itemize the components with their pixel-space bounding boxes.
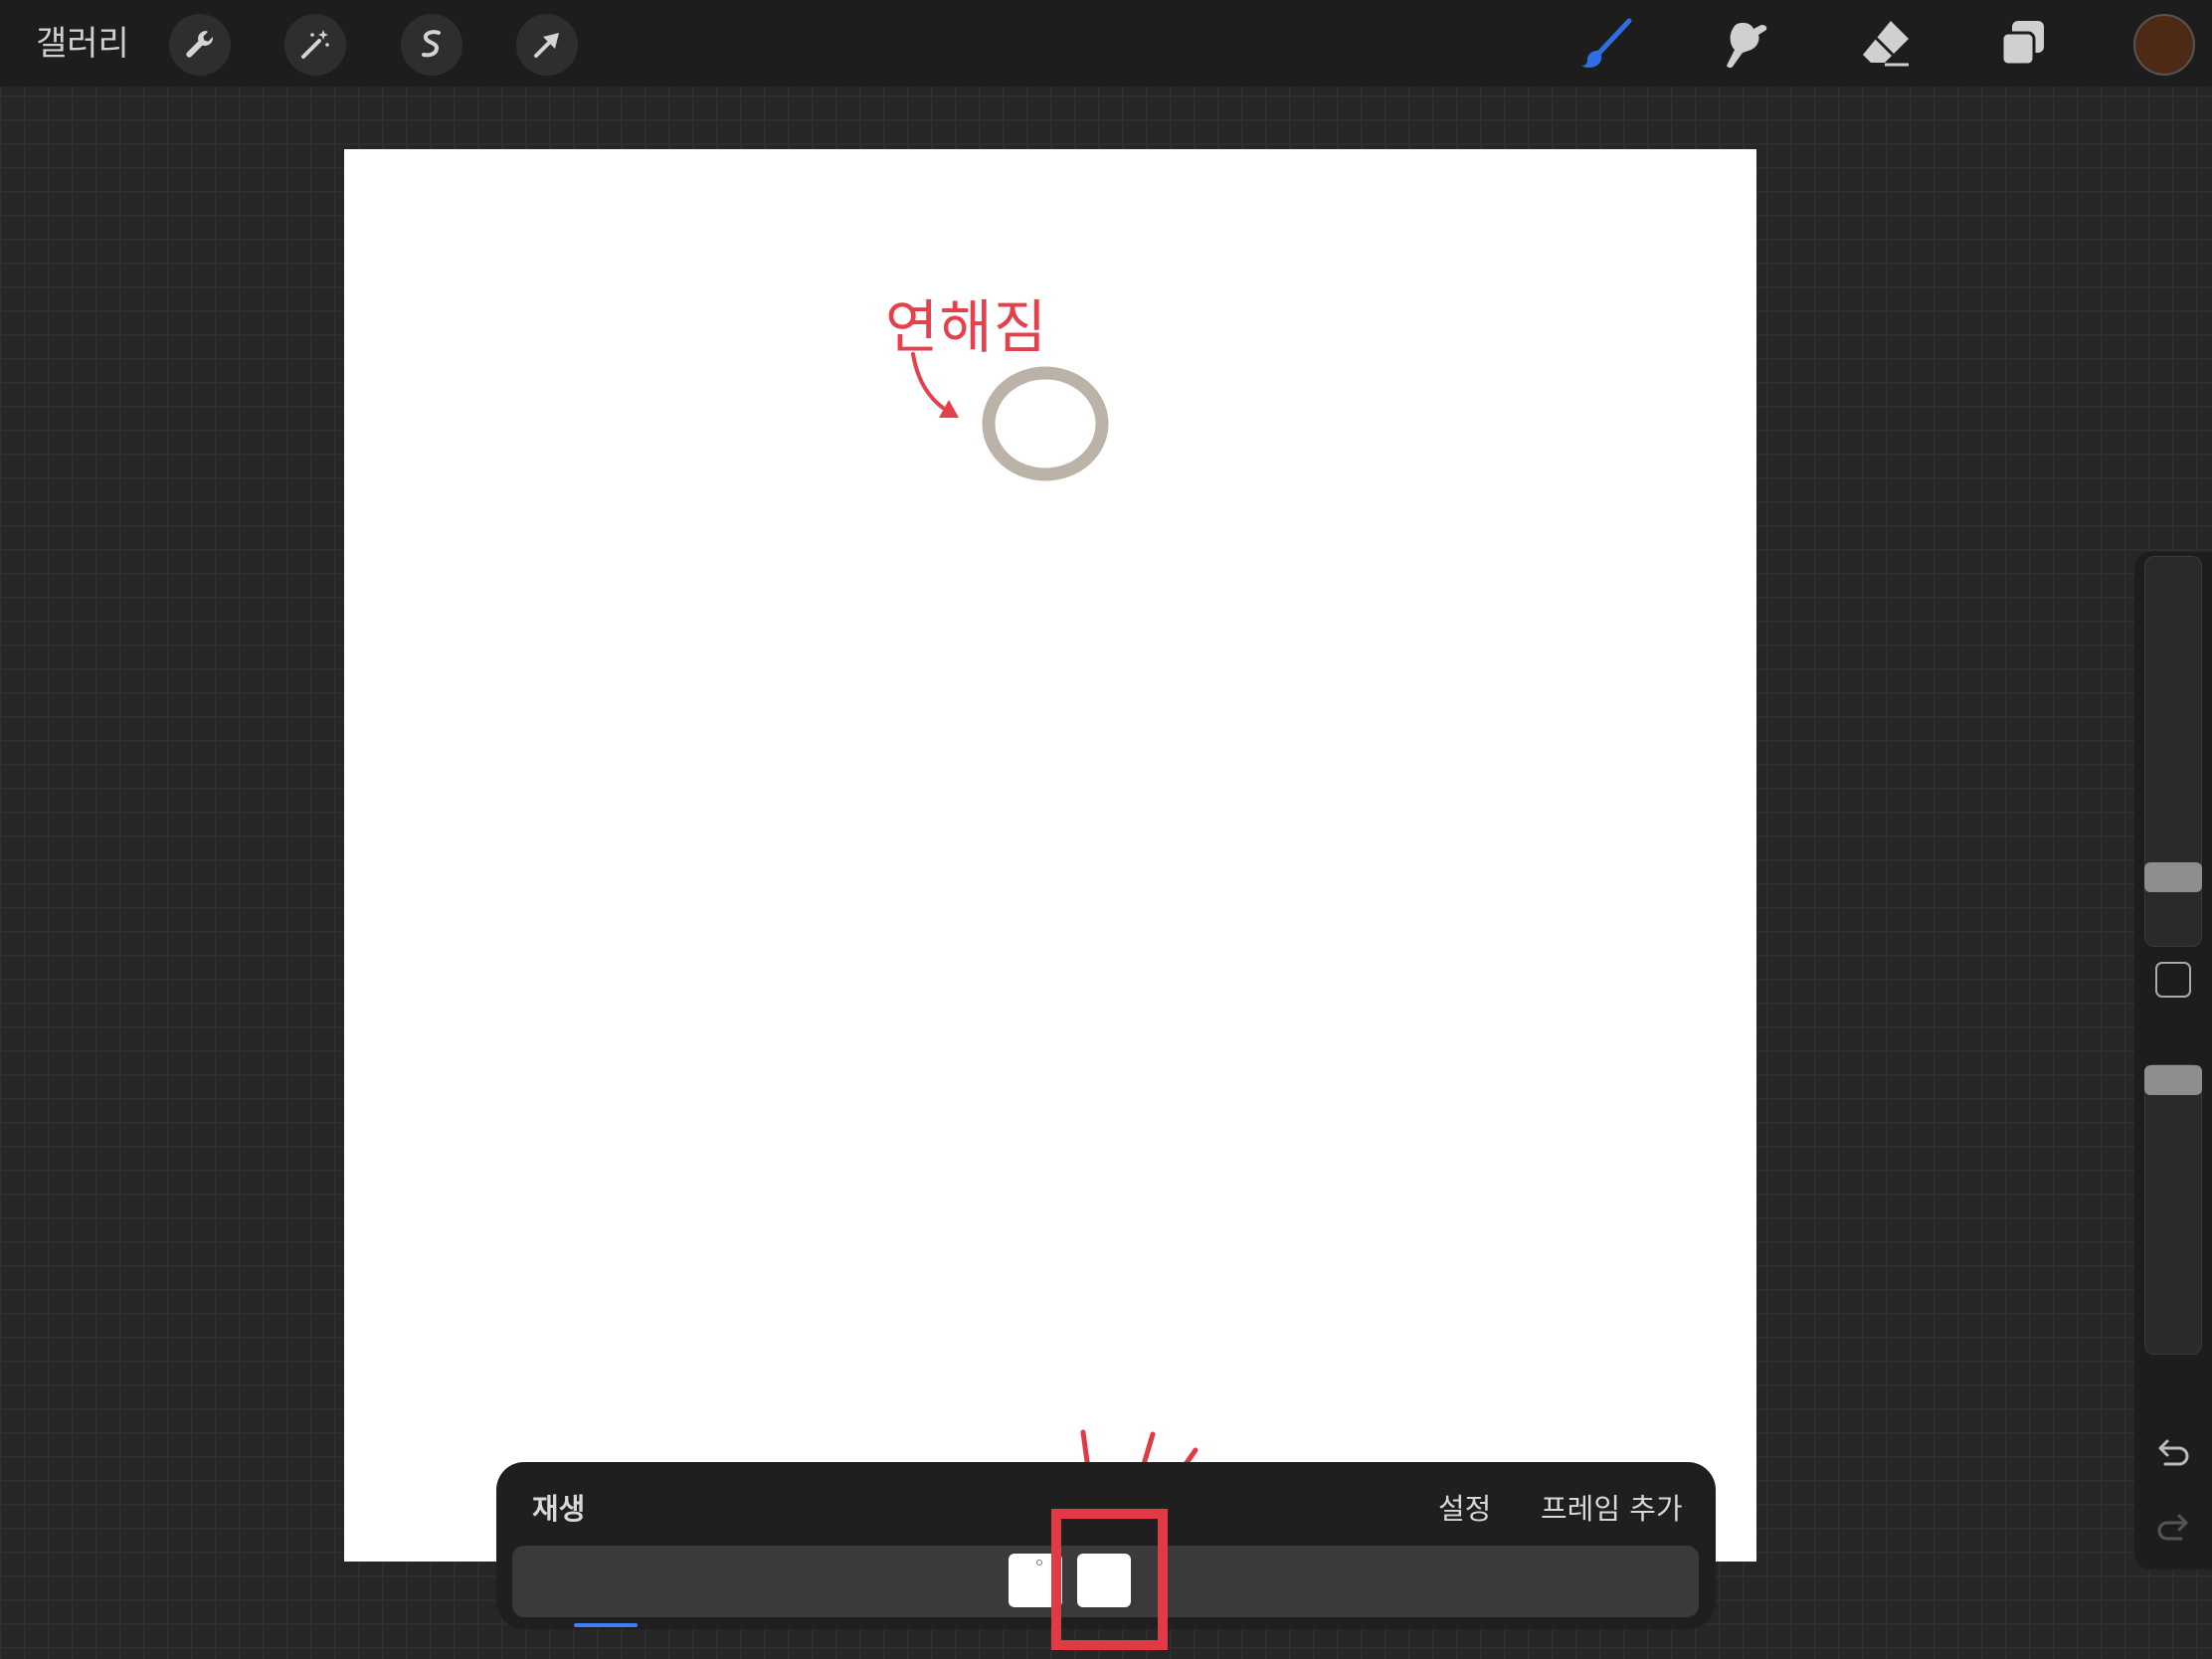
sidebar	[2134, 552, 2212, 1569]
adjustments-button[interactable]	[284, 14, 346, 76]
modify-button[interactable]	[2155, 962, 2191, 998]
gallery-button[interactable]: 갤러리	[36, 22, 129, 66]
undo-icon[interactable]	[2153, 1434, 2193, 1474]
move-arrow-icon	[534, 33, 559, 58]
frame-timeline[interactable]	[512, 1546, 1699, 1617]
annotation-label: 연해짐	[885, 293, 1048, 361]
eraser-button[interactable]	[1854, 14, 1916, 76]
selection-icon	[422, 30, 441, 58]
magic-wand-icon	[301, 30, 329, 59]
top-toolbar: 갤러리	[0, 0, 2212, 87]
play-button[interactable]: 재생	[532, 1486, 585, 1528]
brush-icon	[1581, 18, 1632, 68]
add-frame-button[interactable]: 프레임 추가	[1541, 1486, 1683, 1528]
opacity-slider[interactable]	[2144, 1064, 2202, 1355]
brush-size-thumb[interactable]	[2144, 862, 2202, 892]
transform-button[interactable]	[516, 14, 578, 76]
opacity-thumb[interactable]	[2144, 1065, 2202, 1095]
frame-thumbnail[interactable]	[1009, 1554, 1062, 1607]
settings-button[interactable]: 설정	[1438, 1486, 1491, 1528]
selected-frame-indicator	[574, 1623, 638, 1627]
frame-thumbnail-circle	[1036, 1560, 1042, 1566]
eraser-icon	[1863, 21, 1909, 67]
smudge-button[interactable]	[1715, 14, 1776, 76]
layers-icon	[2000, 21, 2044, 67]
wrench-icon	[186, 31, 214, 58]
actions-button[interactable]	[169, 14, 231, 76]
animation-assist-panel: 재생 설정 프레임 추가	[496, 1462, 1716, 1629]
selection-button[interactable]	[401, 14, 462, 76]
smudge-icon	[1727, 22, 1767, 69]
frame-thumbnail-selected[interactable]	[1077, 1554, 1131, 1607]
brush-button[interactable]	[1576, 14, 1638, 76]
drawing-canvas[interactable]	[344, 149, 1756, 1562]
layers-button[interactable]	[1993, 14, 2055, 76]
redo-icon[interactable]	[2153, 1509, 2193, 1549]
color-swatch[interactable]	[2133, 14, 2195, 76]
